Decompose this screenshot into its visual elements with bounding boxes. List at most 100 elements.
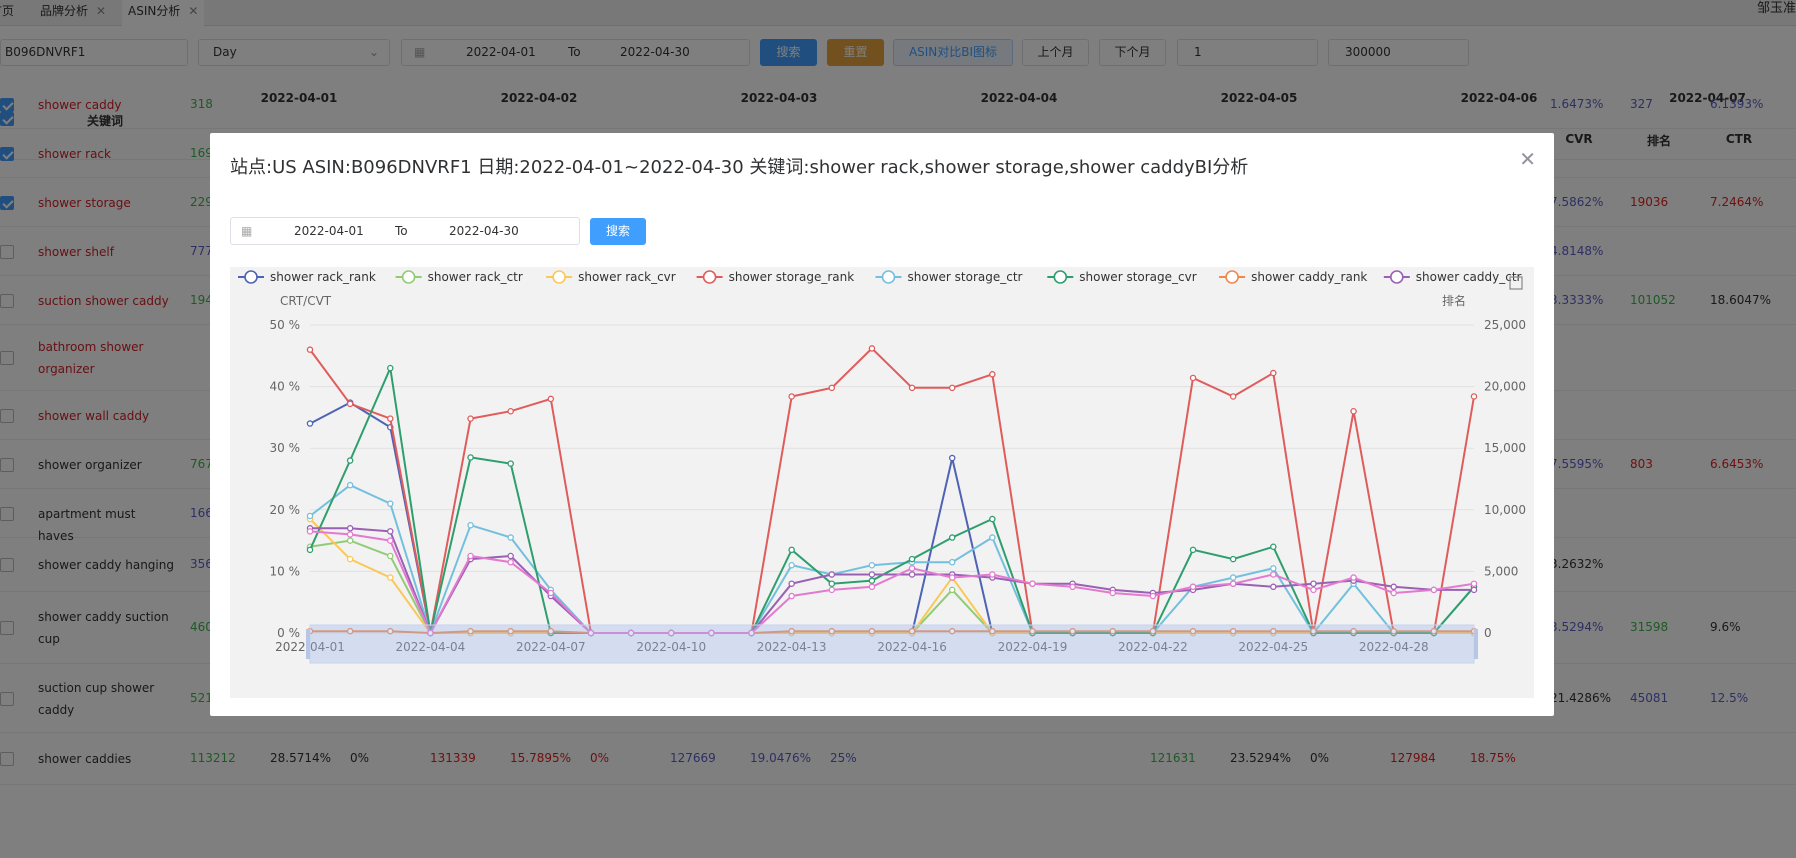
data-point [507,460,514,467]
dialog-date-range-picker[interactable]: ▦ 2022-04-01 To 2022-04-30 [230,217,580,245]
legend-swatch-marker[interactable] [552,270,566,284]
data-point [346,531,354,538]
y2-tick-label: 15,000 [1484,441,1526,455]
y2-tick-label: 0 [1484,626,1492,640]
legend-item[interactable]: shower rack_cvr [578,270,676,284]
line-chart: 0 % 10 % 20 % 30 % 40 % 50 % 0 5,000 10,000 15,00… [238,270,1526,664]
data-point [868,583,876,591]
y2-axis-label: 排名 [1442,293,1466,308]
legend-item[interactable]: shower caddy_rank [1251,270,1367,284]
data-point [306,420,314,427]
data-point [868,561,876,569]
dialog-date-to: 2022-04-30 [449,224,519,238]
data-point [1310,580,1317,587]
dialog-search-button[interactable]: 搜索 [590,218,646,245]
data-point [507,534,514,541]
dialog-date-separator: To [395,224,408,238]
dialog-title: 站点:US ASIN:B096DNVRF1 日期:2022-04-01~2022… [230,157,1249,178]
data-point [467,415,474,422]
data-point [788,561,795,569]
zoom-handle-right[interactable] [1474,629,1478,659]
y-tick-label: 0 % [277,626,300,640]
legend-swatch-marker[interactable] [1053,270,1068,284]
data-point [387,552,394,560]
data-point [1270,571,1277,578]
data-point [1189,583,1197,591]
data-point [828,586,836,594]
data-point [788,580,795,587]
legend-swatch-marker[interactable] [1225,270,1239,284]
legend-item[interactable]: shower storage_cvr [1079,270,1196,284]
data-point [908,571,916,578]
data-point [1229,393,1237,400]
series-line [309,539,1474,634]
data-point [989,515,996,523]
data-point [908,555,916,563]
data-point [1270,543,1277,551]
legend-item[interactable]: shower rack_ctr [428,270,523,284]
data-point [989,534,996,541]
data-point [467,521,474,529]
y-tick-label: 40 % [270,380,301,394]
y-tick-label: 20 % [270,503,301,517]
data-point [547,395,555,403]
legend-item[interactable]: shower rack_rank [270,270,376,284]
data-point [1270,583,1277,591]
data-point [306,528,314,535]
data-point [1390,583,1397,591]
legend-swatch-marker[interactable] [1390,270,1404,284]
data-point [828,580,836,587]
zoom-handle-left[interactable] [306,629,310,659]
data-point [1270,369,1277,377]
series-line [309,364,1475,634]
series-line [309,346,1475,634]
data-point [1270,565,1277,572]
data-point [346,457,354,464]
data-point [948,574,956,581]
data-point [908,565,916,572]
data-point [1470,580,1478,587]
close-icon[interactable]: ✕ [1519,147,1536,171]
data-point [948,384,956,392]
data-point [1390,589,1397,597]
data-point [1109,589,1117,597]
data-point [1350,407,1357,415]
data-point [507,407,514,415]
legend-swatch-marker[interactable] [881,270,896,284]
data-point [346,555,354,563]
data-point [948,586,956,594]
legend-swatch-marker[interactable] [702,270,717,284]
legend-item[interactable]: shower caddy_ctr [1416,270,1522,284]
data-point [948,534,956,541]
legend-swatch-marker[interactable] [401,270,416,284]
legend-swatch-marker[interactable] [244,270,258,284]
data-point [1350,574,1357,581]
data-point [1189,374,1197,382]
data-point [1229,580,1237,587]
data-point [989,571,996,578]
dialog-date-from: 2022-04-01 [294,224,364,238]
zoom-slider[interactable] [309,624,1475,664]
data-point [387,500,394,507]
data-point [989,371,996,378]
data-point [908,384,916,392]
y2-tick-label: 10,000 [1484,503,1526,517]
legend-item[interactable]: shower storage_rank [729,270,855,284]
chart-area: 0 % 10 % 20 % 30 % 40 % 50 % 0 5,000 10,000 15,00… [230,267,1534,698]
data-point [387,574,394,581]
data-point [306,512,314,520]
y-tick-label: 50 % [270,318,301,332]
data-point [788,592,795,600]
data-point [868,571,876,578]
legend-item[interactable]: shower storage_ctr [908,270,1023,284]
data-point [346,537,354,544]
y2-tick-label: 25,000 [1484,318,1526,332]
data-point [1229,555,1237,563]
data-point [788,393,795,400]
data-point [346,481,354,489]
data-point [1069,583,1076,591]
y-axis-label: CRT/CVT [280,294,332,308]
data-point [1470,586,1478,594]
data-point [346,525,354,532]
y2-tick-label: 20,000 [1484,380,1526,394]
